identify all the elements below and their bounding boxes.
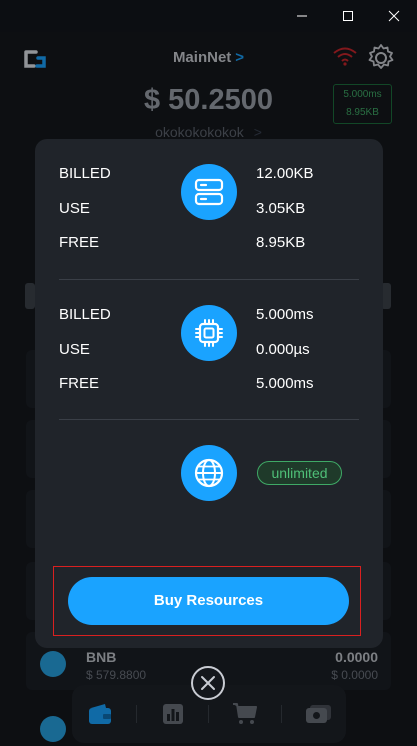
- buy-resources-button[interactable]: Buy Resources: [68, 577, 349, 625]
- bandwidth-unlimited-badge: unlimited: [257, 461, 342, 485]
- globe-icon: [194, 458, 224, 488]
- storage-circle: [181, 164, 237, 220]
- storage-free-value: 8.95KB: [256, 234, 306, 251]
- storage-billed-label: BILLED: [59, 165, 111, 182]
- cpu-circle: [181, 305, 237, 361]
- cpu-billed-label: BILLED: [59, 306, 111, 323]
- cpu-use-value: 0.000µs: [256, 341, 310, 358]
- storage-use-label: USE: [59, 200, 90, 217]
- storage-free-label: FREE: [59, 234, 100, 251]
- network-circle: [181, 445, 237, 501]
- section-divider: [59, 419, 359, 420]
- window-titlebar: [0, 0, 417, 32]
- storage-billed-value: 12.00KB: [256, 165, 314, 182]
- maximize-button[interactable]: [325, 0, 371, 32]
- close-modal-button[interactable]: [191, 666, 225, 700]
- section-divider: [59, 279, 359, 280]
- cpu-free-value: 5.000ms: [256, 375, 314, 392]
- cpu-use-label: USE: [59, 341, 90, 358]
- resources-modal: BILLED 12.00KB USE 3.05KB FREE 8.95KB BI…: [35, 139, 383, 648]
- maximize-icon: [343, 11, 353, 21]
- minimize-icon: [297, 15, 307, 17]
- minimize-button[interactable]: [279, 0, 325, 32]
- cpu-chip-icon: [195, 319, 223, 347]
- close-icon: [201, 676, 215, 690]
- cpu-free-label: FREE: [59, 375, 100, 392]
- cpu-billed-value: 5.000ms: [256, 306, 314, 323]
- close-icon: [388, 10, 400, 22]
- server-icon: [194, 178, 224, 206]
- close-window-button[interactable]: [371, 0, 417, 32]
- storage-use-value: 3.05KB: [256, 200, 306, 217]
